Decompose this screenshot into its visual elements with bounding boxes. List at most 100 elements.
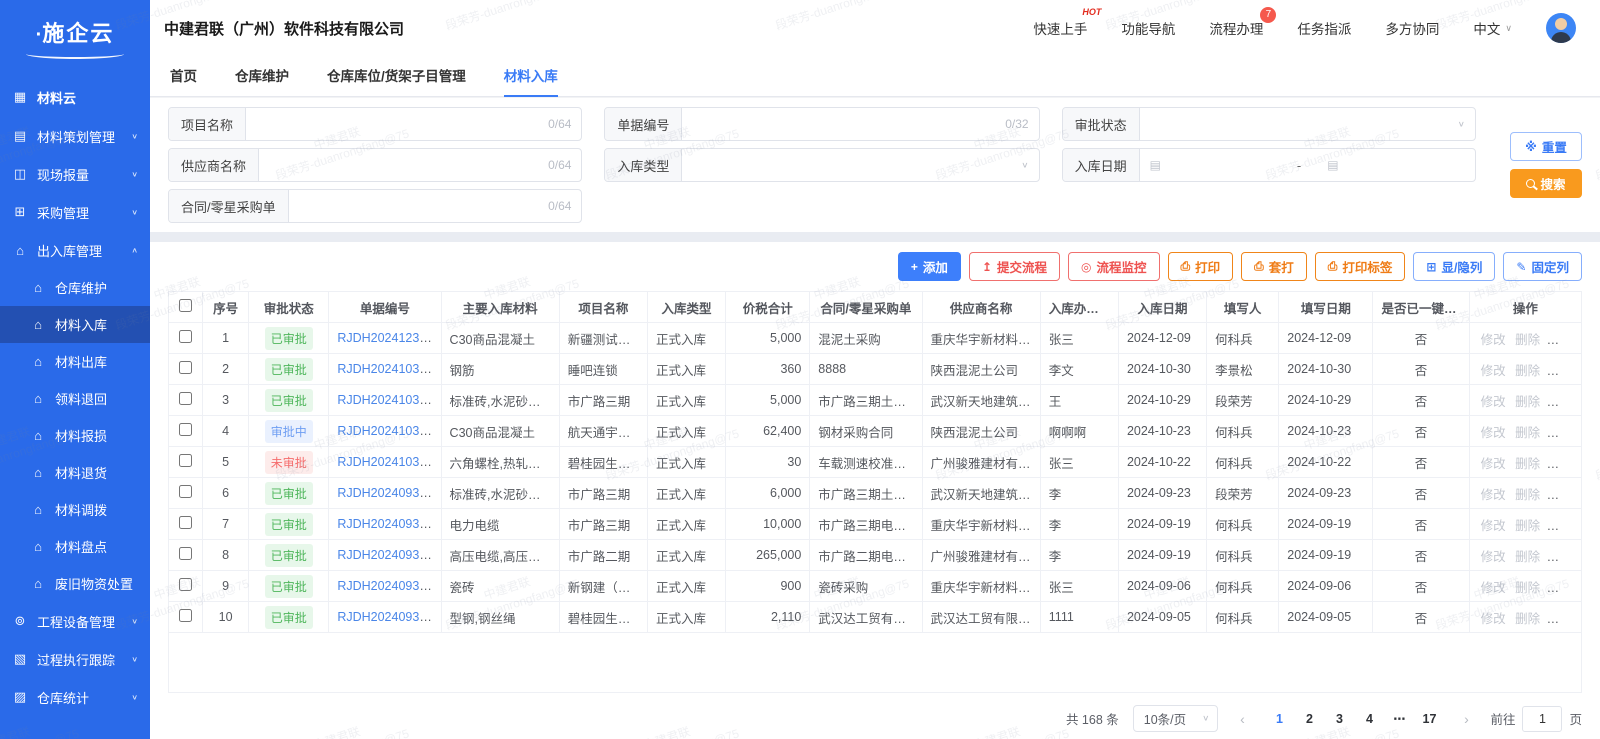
quick-outbound-action[interactable]: 一键出库 (1550, 457, 1581, 471)
add-button[interactable]: + 添加 (897, 252, 961, 281)
nav-function-guide[interactable]: 功能导航 (1121, 18, 1175, 38)
page-number[interactable]: 1 (1266, 706, 1292, 732)
submit-flow-button[interactable]: ↥ 提交流程 (968, 252, 1060, 281)
row-checkbox[interactable] (179, 392, 193, 405)
reset-button[interactable]: ※ 重置 (1510, 132, 1582, 161)
overprint-button[interactable]: ⎙ 套打 (1241, 252, 1307, 281)
sidebar-submenu-item[interactable]: ⌂ 废旧物资处置 (0, 565, 150, 602)
page-number[interactable]: 4 (1356, 706, 1382, 732)
edit-action[interactable]: 修改 (1481, 612, 1506, 626)
print-button[interactable]: ⎙ 打印 (1167, 252, 1234, 281)
flow-monitor-button[interactable]: ◎ 流程监控 (1068, 252, 1160, 281)
show-hide-columns-button[interactable]: ⊞ 显/隐列 (1413, 252, 1496, 281)
sidebar-item-inout-management[interactable]: ⌂ 出入库管理 ∧ (0, 231, 150, 269)
select-all-checkbox[interactable] (179, 299, 193, 312)
row-checkbox[interactable] (179, 423, 193, 436)
quick-outbound-action[interactable]: 一键出库 (1550, 612, 1581, 626)
delete-action[interactable]: 删除 (1515, 612, 1540, 626)
sidebar-item-equipment-management[interactable]: ⊚ 工程设备管理 ∨ (0, 602, 150, 640)
row-checkbox[interactable] (179, 361, 193, 374)
next-page-button[interactable]: › (1456, 711, 1476, 727)
user-avatar[interactable] (1546, 13, 1576, 43)
doc-no-link[interactable]: RJDH20240930724 (337, 486, 440, 500)
doc-no-link[interactable]: RJDH20240930225 (337, 579, 440, 593)
tab[interactable]: 仓库维护 (235, 56, 289, 97)
sidebar-item-procurement[interactable]: ⊞ 采购管理 ∨ (0, 193, 150, 231)
delete-action[interactable]: 删除 (1515, 488, 1540, 502)
fixed-columns-button[interactable]: ✎ 固定列 (1503, 252, 1582, 281)
sidebar-item-warehouse-statistics[interactable]: ▨ 仓库统计 ∨ (0, 678, 150, 716)
sidebar-submenu-item[interactable]: ⌂ 材料出库 (0, 343, 150, 380)
date-end-input[interactable] (1344, 157, 1465, 173)
edit-action[interactable]: 修改 (1481, 519, 1506, 533)
nav-task-assignment[interactable]: 任务指派 (1297, 18, 1351, 38)
goto-page-input[interactable] (1522, 705, 1563, 732)
quick-outbound-action[interactable]: 一键出库 (1550, 364, 1581, 378)
sidebar-submenu-item[interactable]: ⌂ 材料盘点 (0, 528, 150, 565)
sidebar-submenu-item[interactable]: ⌂ 领料退回 (0, 380, 150, 417)
quick-outbound-action[interactable]: 一键出库 (1550, 488, 1581, 502)
doc-no-input[interactable] (692, 116, 1000, 132)
inbound-type-select[interactable]: ∨ (682, 149, 1038, 181)
quick-outbound-action[interactable]: 一键出库 (1550, 519, 1581, 533)
sidebar-submenu-item[interactable]: ⌂ 材料报损 (0, 417, 150, 454)
delete-action[interactable]: 删除 (1515, 550, 1540, 564)
page-number[interactable]: ⋯ (1386, 706, 1412, 732)
prev-page-button[interactable]: ‹ (1232, 711, 1252, 727)
edit-action[interactable]: 修改 (1481, 426, 1506, 440)
page-number[interactable]: 17 (1416, 706, 1442, 732)
delete-action[interactable]: 删除 (1515, 364, 1540, 378)
delete-action[interactable]: 删除 (1515, 457, 1540, 471)
supplier-input[interactable] (269, 157, 543, 173)
row-checkbox[interactable] (179, 330, 193, 343)
approval-status-select[interactable]: ∨ (1140, 108, 1475, 140)
row-checkbox[interactable] (179, 578, 193, 591)
contract-input[interactable] (298, 198, 543, 214)
doc-no-link[interactable]: RJDH20241031683 (337, 424, 440, 438)
row-checkbox[interactable] (179, 547, 193, 560)
edit-action[interactable]: 修改 (1481, 333, 1506, 347)
delete-action[interactable]: 删除 (1515, 395, 1540, 409)
quick-outbound-action[interactable]: 一键出库 (1550, 426, 1581, 440)
nav-quick-start[interactable]: 快速上手 HOT (1033, 7, 1101, 38)
sidebar-item-material-planning[interactable]: ▤ 材料策划管理 ∨ (0, 117, 150, 155)
delete-action[interactable]: 删除 (1515, 426, 1540, 440)
edit-action[interactable]: 修改 (1481, 395, 1506, 409)
sidebar-item-site-reporting[interactable]: ◫ 现场报量 ∨ (0, 155, 150, 193)
page-size-select[interactable]: 10条/页 ∨ (1132, 705, 1219, 732)
quick-outbound-action[interactable]: 一键出库 (1550, 550, 1581, 564)
quick-outbound-action[interactable]: 一键出库 (1550, 395, 1581, 409)
doc-no-link[interactable]: RJDH20240930585 (337, 548, 440, 562)
row-checkbox[interactable] (179, 609, 193, 622)
doc-no-link[interactable]: RJDH20240930211 (337, 610, 440, 624)
edit-action[interactable]: 修改 (1481, 488, 1506, 502)
nav-flow-handling[interactable]: 流程办理 7 (1209, 7, 1277, 38)
sidebar-submenu-item[interactable]: ⌂ 材料调拨 (0, 491, 150, 528)
sidebar-submenu-item[interactable]: ⌂ 材料入库 (0, 306, 150, 343)
edit-action[interactable]: 修改 (1481, 550, 1506, 564)
project-name-input[interactable] (256, 116, 543, 132)
tab[interactable]: 材料入库 (503, 56, 558, 97)
sidebar-submenu-item[interactable]: ⌂ 材料退货 (0, 454, 150, 491)
search-button[interactable]: 搜索 (1510, 169, 1582, 198)
doc-no-link[interactable]: RJDH20241031848 (337, 393, 440, 407)
doc-no-link[interactable]: RJDH20240930595 (337, 517, 440, 531)
page-number[interactable]: 3 (1326, 706, 1352, 732)
tab[interactable]: 首页 (170, 56, 197, 97)
print-label-button[interactable]: ⎙ 打印标签 (1314, 252, 1406, 281)
delete-action[interactable]: 删除 (1515, 333, 1540, 347)
row-checkbox[interactable] (179, 485, 193, 498)
delete-action[interactable]: 删除 (1515, 519, 1540, 533)
date-start-input[interactable] (1166, 157, 1237, 173)
quick-outbound-action[interactable]: 一键出库 (1550, 581, 1581, 595)
sidebar-item-material-cloud[interactable]: ▦ 材料云 (0, 77, 150, 117)
sidebar-item-process-tracking[interactable]: ▧ 过程执行跟踪 ∨ (0, 640, 150, 678)
row-checkbox[interactable] (179, 454, 193, 467)
delete-action[interactable]: 删除 (1515, 581, 1540, 595)
nav-multi-collaboration[interactable]: 多方协同 (1385, 18, 1439, 38)
doc-no-link[interactable]: RJDH20241031890 (337, 362, 440, 376)
edit-action[interactable]: 修改 (1481, 457, 1506, 471)
quick-outbound-action[interactable]: 一键出库 (1550, 333, 1581, 347)
edit-action[interactable]: 修改 (1481, 581, 1506, 595)
page-number[interactable]: 2 (1296, 706, 1322, 732)
